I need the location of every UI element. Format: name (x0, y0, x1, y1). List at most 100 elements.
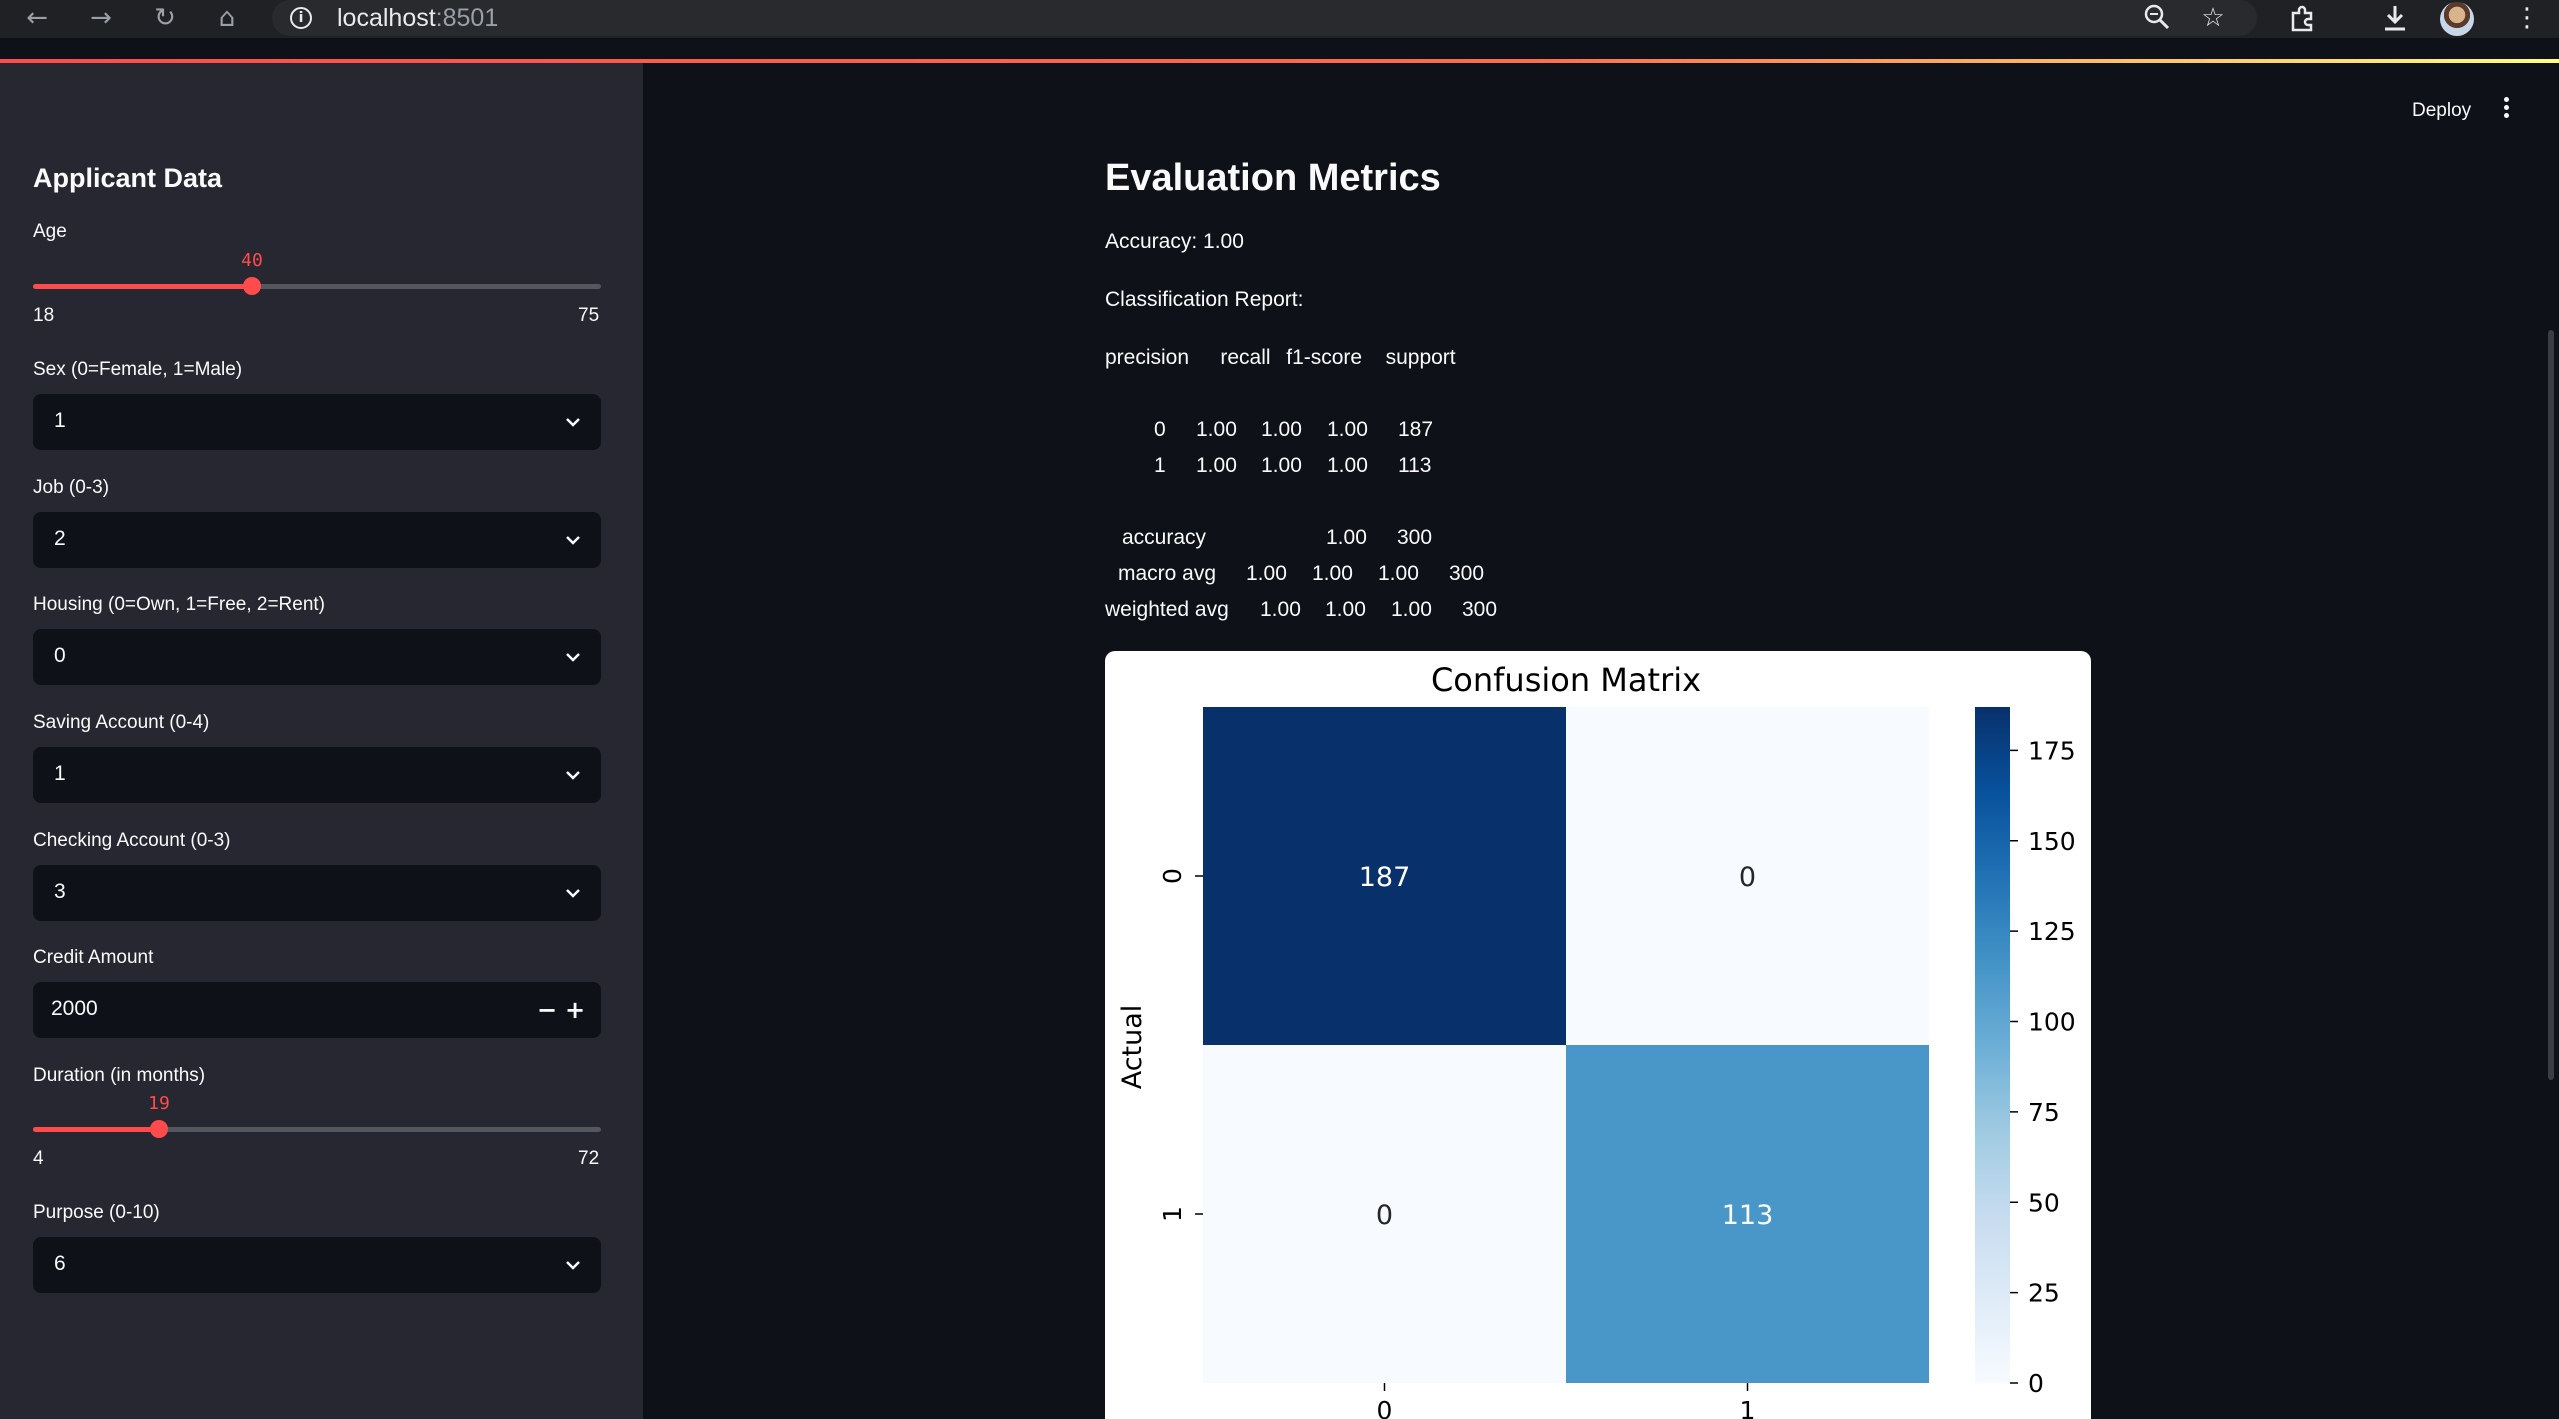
checking-account-select-value: 3 (54, 880, 66, 903)
report-accuracy-f1: 1.00 (1326, 526, 1367, 549)
checking-account-label: Checking Account (0-3) (33, 830, 231, 851)
report-weighted-label: weighted avg (1105, 598, 1229, 621)
y-tick-label: 0 (1158, 868, 1187, 884)
duration-slider-thumb[interactable] (150, 1120, 168, 1138)
address-bar[interactable]: i localhost:8501 ☆ (272, 0, 2257, 36)
browser-menu-icon[interactable]: ⋮ (2510, 3, 2544, 33)
housing-select[interactable]: 0 (33, 629, 601, 685)
report-weighted-f1: 1.00 (1391, 598, 1432, 621)
colorbar-tick-label: 125 (2028, 917, 2076, 946)
sidebar: Applicant Data Age 40 18 75 Sex (0=Femal… (0, 63, 643, 1419)
checking-account-select[interactable]: 3 (33, 865, 601, 921)
x-tick-label: 0 (1377, 1396, 1393, 1419)
y-axis-label: Actual (1117, 1005, 1148, 1090)
deploy-button[interactable]: Deploy (2412, 100, 2471, 122)
job-select[interactable]: 2 (33, 512, 601, 568)
colorbar-tick-label: 0 (2028, 1369, 2044, 1398)
main-menu-icon[interactable] (2500, 94, 2512, 124)
increment-button[interactable]: + (557, 992, 593, 1028)
housing-select-value: 0 (54, 644, 66, 667)
download-icon[interactable] (2378, 3, 2412, 33)
sex-select-value: 1 (54, 409, 66, 432)
chevron-down-icon (566, 889, 580, 898)
chevron-down-icon (566, 1261, 580, 1270)
forward-arrow-icon[interactable]: → (86, 3, 116, 33)
duration-slider-fill (33, 1127, 159, 1132)
report-macro-support: 300 (1449, 562, 1485, 585)
reload-icon[interactable]: ↻ (150, 3, 180, 33)
page-title: Evaluation Metrics (1105, 157, 1441, 199)
site-info-icon[interactable]: i (290, 7, 312, 29)
extensions-icon[interactable] (2285, 3, 2319, 33)
colorbar-tick-label: 100 (2028, 1008, 2076, 1037)
colorbar-tick-label: 25 (2028, 1279, 2060, 1308)
chevron-down-icon (566, 536, 580, 545)
back-arrow-icon[interactable]: ← (22, 3, 52, 33)
cell-value-label: 0 (1739, 862, 1756, 893)
url-text[interactable]: localhost:8501 (337, 3, 498, 33)
report-row-0-label: 0 (1154, 418, 1166, 441)
purpose-select[interactable]: 6 (33, 1237, 601, 1293)
age-slider-thumb[interactable] (243, 277, 261, 295)
confusion-matrix-svg: Confusion Matrix 187 0 0 113 0 1 0 1 Actual 0 25 50 7… (1117, 661, 2076, 1419)
header-decoration (0, 59, 2559, 63)
duration-slider[interactable] (33, 1120, 601, 1138)
report-row-1-support: 113 (1398, 454, 1432, 477)
report-row-1-recall: 1.00 (1261, 454, 1302, 477)
report-header: precision recall f1-score support (1105, 346, 1456, 369)
duration-label: Duration (in months) (33, 1065, 206, 1086)
confusion-matrix-chart: Confusion Matrix 187 0 0 113 0 1 0 1 Actual 0 25 50 7… (1105, 651, 2091, 1419)
duration-slider-max: 72 (578, 1148, 600, 1169)
page-scrollbar[interactable] (2548, 330, 2554, 1080)
age-slider-min: 18 (33, 305, 55, 326)
cell-value-label: 187 (1359, 862, 1411, 893)
chevron-down-icon (566, 418, 580, 427)
age-slider-value: 40 (241, 250, 263, 271)
job-select-value: 2 (54, 527, 66, 550)
age-slider-fill (33, 284, 252, 289)
purpose-select-value: 6 (54, 1252, 66, 1275)
report-label: Classification Report: (1105, 288, 1304, 311)
y-tick-label: 1 (1158, 1206, 1187, 1222)
cell-value-label: 0 (1376, 1200, 1393, 1231)
x-tick-label: 1 (1740, 1396, 1756, 1419)
colorbar-tick-label: 175 (2028, 736, 2076, 765)
duration-slider-min: 4 (33, 1148, 44, 1169)
report-row-0-f1: 1.00 (1327, 418, 1368, 441)
age-slider[interactable] (33, 277, 601, 295)
sidebar-title: Applicant Data (33, 163, 223, 193)
profile-avatar[interactable] (2440, 2, 2474, 36)
credit-amount-value[interactable]: 2000 (51, 997, 98, 1021)
chart-title: Confusion Matrix (1431, 661, 1701, 699)
report-accuracy-label: accuracy (1122, 526, 1207, 549)
colorbar-tick-label: 50 (2028, 1188, 2060, 1217)
report-row-0-recall: 1.00 (1261, 418, 1302, 441)
bookmark-star-icon[interactable]: ☆ (2196, 3, 2230, 33)
age-slider-max: 75 (578, 305, 600, 326)
sex-select[interactable]: 1 (33, 394, 601, 450)
housing-label: Housing (0=Own, 1=Free, 2=Rent) (33, 594, 326, 615)
colorbar-tick-label: 150 (2028, 827, 2076, 856)
report-macro-label: macro avg (1118, 562, 1217, 585)
report-weighted-support: 300 (1462, 598, 1498, 621)
chevron-down-icon (566, 771, 580, 780)
chevron-down-icon (566, 653, 580, 662)
url-host: localhost (337, 4, 436, 32)
report-accuracy-support: 300 (1397, 526, 1433, 549)
report-weighted-precision: 1.00 (1260, 598, 1301, 621)
colorbar (1975, 707, 2010, 1383)
home-icon[interactable]: ⌂ (212, 3, 242, 33)
credit-amount-input[interactable]: 2000 − + (33, 982, 601, 1038)
report-weighted-recall: 1.00 (1325, 598, 1366, 621)
saving-account-select[interactable]: 1 (33, 747, 601, 803)
report-row-0-precision: 1.00 (1196, 418, 1237, 441)
saving-account-label: Saving Account (0-4) (33, 712, 210, 733)
colorbar-tick-label: 75 (2028, 1098, 2060, 1127)
job-label: Job (0-3) (33, 477, 110, 498)
accuracy-text: Accuracy: 1.00 (1105, 230, 1244, 253)
report-row-1-f1: 1.00 (1327, 454, 1368, 477)
zoom-icon[interactable] (2140, 3, 2174, 33)
purpose-label: Purpose (0-10) (33, 1202, 160, 1223)
report-row-1-label: 1 (1154, 454, 1166, 477)
credit-amount-label: Credit Amount (33, 947, 154, 968)
